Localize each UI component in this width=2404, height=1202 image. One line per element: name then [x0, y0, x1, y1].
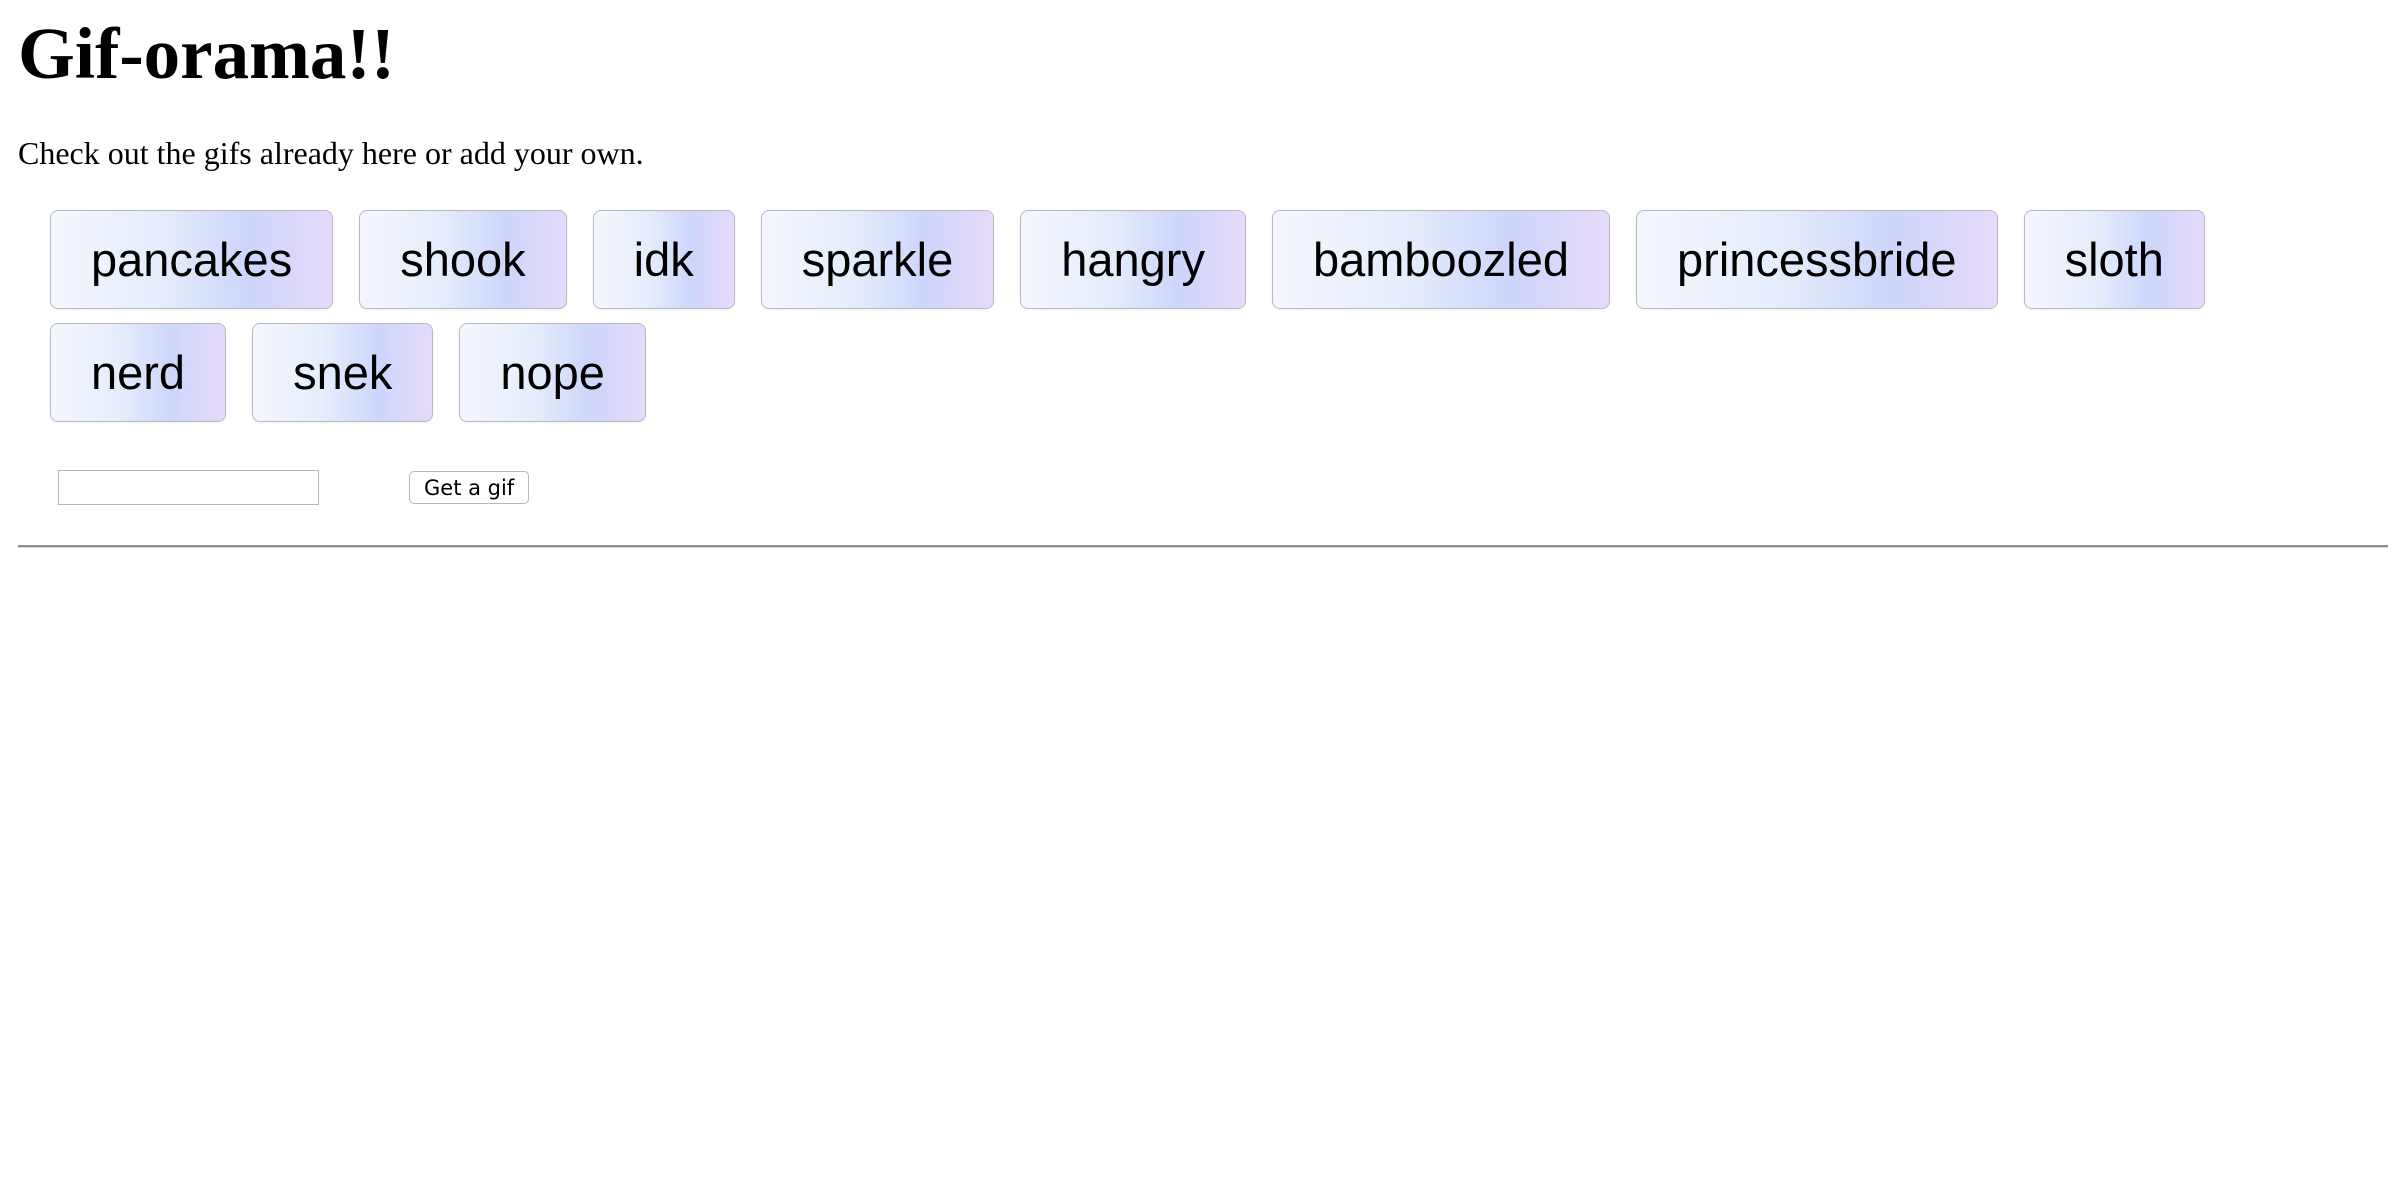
tag-button-nope[interactable]: nope: [459, 323, 646, 422]
tag-button-pancakes[interactable]: pancakes: [50, 210, 334, 309]
tag-button-sparkle[interactable]: sparkle: [760, 210, 995, 309]
tag-button-princessbride[interactable]: princessbride: [1636, 210, 1998, 309]
tag-button-bamboozled[interactable]: bamboozled: [1271, 210, 1611, 309]
tag-button-idk[interactable]: idk: [592, 210, 735, 309]
tag-button-nerd[interactable]: nerd: [50, 323, 227, 422]
page-title: Gif-orama!!: [18, 13, 396, 94]
tag-button-shook[interactable]: shook: [359, 210, 567, 309]
get-a-gif-button[interactable]: Get a gif: [409, 471, 530, 504]
divider: [18, 545, 2388, 548]
page-subtitle: Check out the gifs already here or add y…: [18, 135, 644, 171]
tag-button-sloth[interactable]: sloth: [2023, 210, 2205, 309]
gif-tag-list: pancakes shook idk sparkle hangry bamboo…: [50, 210, 2350, 422]
tag-button-hangry[interactable]: hangry: [1020, 210, 1246, 309]
tag-button-snek[interactable]: snek: [252, 323, 434, 422]
gif-topic-input[interactable]: [58, 470, 319, 505]
